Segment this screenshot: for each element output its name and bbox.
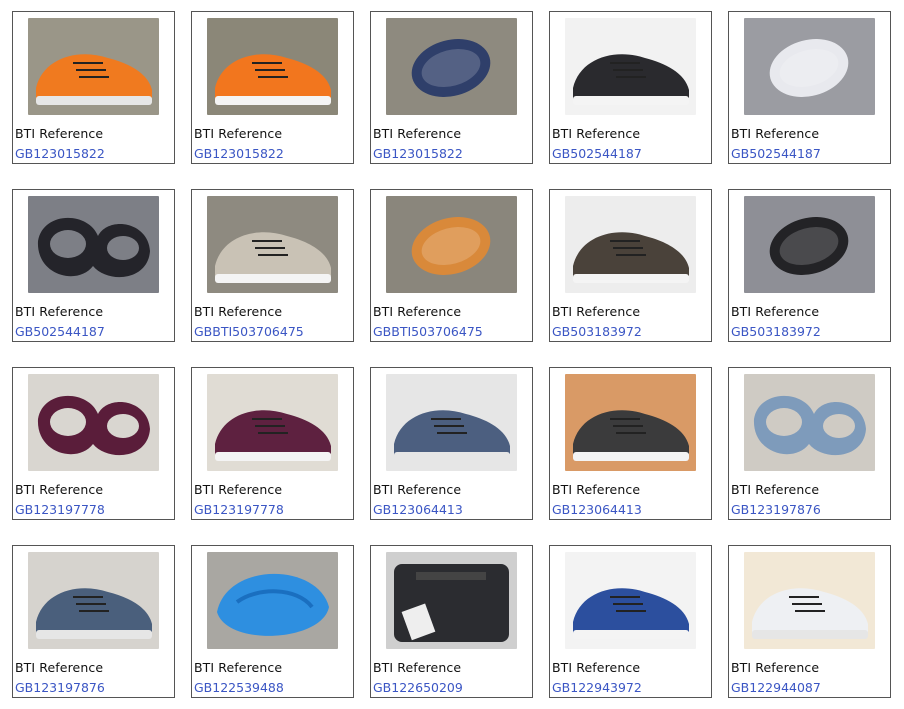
result-card[interactable]: BTI Reference GB123015822 [191,11,354,164]
result-card[interactable]: BTI Reference GBBTI503706475 [191,189,354,342]
black-bag-icon[interactable] [386,552,517,649]
orange-sneaker-side-icon[interactable] [207,18,338,115]
mary-jane-shoe-icon[interactable] [565,196,696,293]
orange-sneaker-icon[interactable] [28,18,159,115]
result-card[interactable]: BTI Reference GB503183972 [549,189,712,342]
baby-shoe-icon[interactable] [565,374,696,471]
black-shoe-top-icon[interactable] [28,196,159,293]
reference-link[interactable]: GB503183972 [731,324,821,339]
reference-link[interactable]: GB503183972 [552,324,642,339]
purple-flat-side-icon[interactable] [207,374,338,471]
reference-link[interactable]: GB502544187 [15,324,105,339]
result-card[interactable]: BTI Reference GB122539488 [191,545,354,698]
bti-reference-label: BTI Reference [731,304,820,319]
result-card[interactable]: BTI Reference GB123197778 [12,367,175,520]
reference-link[interactable]: GB123197876 [15,680,105,695]
reference-link[interactable]: GB123015822 [373,146,463,161]
bti-reference-label: BTI Reference [194,660,283,675]
reference-link[interactable]: GB123015822 [194,146,284,161]
reference-link[interactable]: GB502544187 [552,146,642,161]
bti-reference-label: BTI Reference [552,304,641,319]
result-card[interactable]: BTI Reference GB122943972 [549,545,712,698]
bti-reference-label: BTI Reference [552,660,641,675]
reference-link[interactable]: GB123064413 [373,502,463,517]
result-card[interactable]: BTI Reference GB123064413 [549,367,712,520]
bti-reference-label: BTI Reference [15,304,104,319]
bti-reference-label: BTI Reference [15,482,104,497]
orange-sole-icon[interactable] [386,196,517,293]
result-card[interactable]: BTI Reference GB503183972 [728,189,891,342]
bti-reference-label: BTI Reference [15,126,104,141]
result-card[interactable]: BTI Reference GB502544187 [728,11,891,164]
bti-reference-label: BTI Reference [15,660,104,675]
reference-link[interactable]: GB122650209 [373,680,463,695]
bti-reference-label: BTI Reference [731,660,820,675]
denim-sneaker-icon[interactable] [386,374,517,471]
reference-link[interactable]: GB123197778 [15,502,105,517]
blue-shoe-cover-icon[interactable] [207,552,338,649]
results-grid: BTI Reference GB123015822 BTI Reference GB… [0,0,904,709]
result-card[interactable]: BTI Reference GB123197778 [191,367,354,520]
bti-reference-label: BTI Reference [194,482,283,497]
black-white-sneaker-icon[interactable] [565,18,696,115]
white-platform-sneaker-icon[interactable] [744,552,875,649]
bti-reference-label: BTI Reference [373,482,462,497]
result-card[interactable]: BTI Reference GB502544187 [549,11,712,164]
bti-reference-label: BTI Reference [373,304,462,319]
reference-link[interactable]: GB123197876 [731,502,821,517]
black-sole-icon[interactable] [744,196,875,293]
reference-link[interactable]: GB123064413 [552,502,642,517]
result-card[interactable]: BTI Reference GB123015822 [12,11,175,164]
reference-link[interactable]: GB122943972 [552,680,642,695]
purple-flat-top-icon[interactable] [28,374,159,471]
reference-link[interactable]: GB122944087 [731,680,821,695]
result-card[interactable]: BTI Reference GB123015822 [370,11,533,164]
bti-reference-label: BTI Reference [731,482,820,497]
bti-reference-label: BTI Reference [731,126,820,141]
white-sole-icon[interactable] [744,18,875,115]
blue-platform-sneaker-icon[interactable] [565,552,696,649]
bti-reference-label: BTI Reference [373,126,462,141]
blue-flat-top-icon[interactable] [744,374,875,471]
result-card[interactable]: BTI Reference GB123197876 [12,545,175,698]
reference-link[interactable]: GBBTI503706475 [194,324,304,339]
result-card[interactable]: BTI Reference GB123197876 [728,367,891,520]
result-card[interactable]: BTI Reference GBBTI503706475 [370,189,533,342]
result-card[interactable]: BTI Reference GB123064413 [370,367,533,520]
sneaker-sole-icon[interactable] [386,18,517,115]
result-card[interactable]: BTI Reference GB122650209 [370,545,533,698]
reference-link[interactable]: GBBTI503706475 [373,324,483,339]
bti-reference-label: BTI Reference [194,304,283,319]
bti-reference-label: BTI Reference [552,482,641,497]
reference-link[interactable]: GB123197778 [194,502,284,517]
bti-reference-label: BTI Reference [194,126,283,141]
blue-leather-shoe-icon[interactable] [28,552,159,649]
result-card[interactable]: BTI Reference GB502544187 [12,189,175,342]
reference-link[interactable]: GB122539488 [194,680,284,695]
reference-link[interactable]: GB502544187 [731,146,821,161]
reference-link[interactable]: GB123015822 [15,146,105,161]
grey-knit-sneaker-icon[interactable] [207,196,338,293]
bti-reference-label: BTI Reference [373,660,462,675]
bti-reference-label: BTI Reference [552,126,641,141]
result-card[interactable]: BTI Reference GB122944087 [728,545,891,698]
